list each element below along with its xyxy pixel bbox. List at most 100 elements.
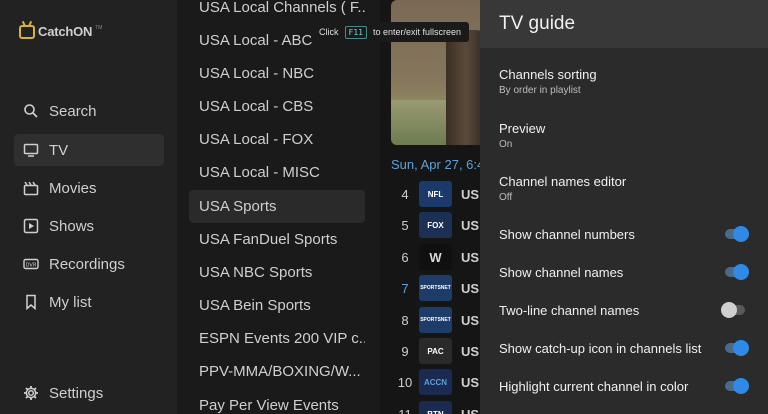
nav-item-shows[interactable]: Shows (14, 210, 164, 242)
logo-text: CatchON (38, 24, 93, 39)
setting-preview[interactable]: Preview On (499, 121, 759, 150)
channel-logo: BTN (419, 401, 452, 414)
channel-name: US (461, 217, 480, 233)
channel-name: US (461, 406, 480, 414)
setting-value: Off (499, 192, 513, 203)
channel-logo: SPORTSNET (419, 307, 452, 333)
group-item[interactable]: USA Local - CBS (189, 90, 365, 123)
toggle-switch-off[interactable] (721, 302, 749, 318)
setting-value: By order in playlist (499, 85, 581, 96)
toggle-switch-on[interactable] (721, 264, 749, 280)
channel-logo: ACCN (419, 369, 452, 395)
nav-item-tv[interactable]: TV (14, 134, 164, 166)
group-item[interactable]: USA FanDuel Sports (189, 223, 365, 256)
nav-label: Search (49, 102, 97, 120)
nav-label: TV (49, 141, 69, 159)
channel-number: 4 (401, 186, 409, 202)
group-item[interactable]: ESPN Events 200 VIP c... (189, 322, 365, 355)
channel-number: 11 (398, 406, 412, 414)
channel-logo: PAC (419, 338, 452, 364)
channel-logo: SPORTSNET (419, 275, 452, 301)
setting-title: Channels sorting (499, 67, 597, 82)
epg-date-time: Sun, Apr 27, 6:4 (391, 157, 485, 172)
channel-number: 7 (401, 280, 409, 296)
setting-title: Show channel names (499, 264, 624, 280)
fullscreen-hint: Click F11 to enter/exit fullscreen (311, 22, 469, 42)
hint-prefix: Click (319, 27, 339, 37)
nav-item-search[interactable]: Search (14, 95, 164, 127)
nav-label: My list (49, 293, 92, 311)
svg-text:DVR: DVR (26, 263, 37, 269)
channel-logo: NFL (419, 181, 452, 207)
setting-show-catch-up-icon[interactable]: Show catch-up icon in channels list (499, 336, 749, 360)
setting-title: Show catch-up icon in channels list (499, 340, 702, 356)
group-item[interactable]: USA NBC Sports (189, 256, 365, 289)
catchon-logo: CatchON TM (19, 24, 102, 39)
group-item[interactable]: USA Local - FOX (189, 123, 365, 156)
setting-channel-names-editor[interactable]: Channel names editor Off (499, 174, 759, 203)
group-item[interactable]: Pay Per View Events (189, 389, 365, 414)
channel-row-current[interactable]: 7 SPORTSNET US (391, 272, 491, 304)
nav-label: Movies (49, 179, 97, 197)
channel-row[interactable]: 6 W US (391, 241, 491, 273)
setting-show-channel-names[interactable]: Show channel names (499, 260, 749, 284)
tv-logo-icon (19, 24, 35, 39)
nav-item-settings[interactable]: Settings (14, 377, 164, 409)
search-icon (23, 103, 39, 119)
channel-name: US (461, 249, 480, 265)
channel-number: 8 (401, 312, 409, 328)
group-item[interactable]: USA Local Channels ( F... (189, 0, 365, 24)
channel-group-list: USA Local Channels ( F... USA Local - AB… (177, 0, 380, 414)
setting-two-line-channel-names[interactable]: Two-line channel names (499, 298, 749, 322)
channel-name: US (461, 186, 480, 202)
dvr-icon: DVR (23, 256, 39, 272)
nav-label: Recordings (49, 255, 125, 273)
channel-logo: W (419, 244, 452, 270)
nav-label: Shows (49, 217, 95, 235)
group-item[interactable]: PPV-MMA/BOXING/W... (189, 355, 365, 388)
channel-number: 5 (401, 217, 409, 233)
channel-name: US (461, 343, 480, 359)
toggle-switch-on[interactable] (721, 340, 749, 356)
channel-name: US (461, 374, 480, 390)
play-square-icon (23, 218, 39, 234)
channel-number: 9 (401, 343, 409, 359)
channel-number: 10 (397, 374, 413, 390)
setting-title: Two-line channel names (499, 302, 640, 318)
side-navigation: CatchON TM Search TV Movies Shows DVR Re… (0, 0, 177, 414)
setting-title: Show channel numbers (499, 226, 635, 242)
channel-row[interactable]: 9 PAC US (391, 335, 491, 367)
setting-show-channel-numbers[interactable]: Show channel numbers (499, 222, 749, 246)
setting-highlight-current-channel[interactable]: Highlight current channel in color (499, 374, 749, 398)
channel-row[interactable]: 8 SPORTSNET US (391, 304, 491, 336)
group-item[interactable]: USA Local - MISC (189, 156, 365, 189)
tv-icon (23, 142, 39, 158)
channel-name: US (461, 280, 480, 296)
movie-clapper-icon (23, 180, 39, 196)
channel-row[interactable]: 4 NFL US (391, 178, 491, 210)
setting-title: Channel names editor (499, 174, 627, 189)
channel-logo: FOX (419, 212, 452, 238)
tv-guide-settings-panel: TV guide Channels sorting By order in pl… (480, 0, 768, 414)
logo-trademark: TM (95, 25, 103, 31)
channel-name: US (461, 312, 480, 328)
group-item-selected[interactable]: USA Sports (189, 190, 365, 223)
setting-channels-sorting[interactable]: Channels sorting By order in playlist (499, 67, 759, 96)
channel-number: 6 (401, 249, 409, 265)
nav-item-my-list[interactable]: My list (14, 286, 164, 318)
toggle-switch-on[interactable] (721, 226, 749, 242)
group-item[interactable]: USA Local - NBC (189, 57, 365, 90)
panel-title: TV guide (499, 13, 576, 34)
toggle-switch-on[interactable] (721, 378, 749, 394)
nav-item-recordings[interactable]: DVR Recordings (14, 248, 164, 280)
setting-title: Preview (499, 121, 546, 136)
channel-row[interactable]: 11 BTN US (391, 398, 491, 414)
channel-row[interactable]: 10 ACCN US (391, 366, 491, 398)
gear-icon (23, 385, 39, 401)
f11-key: F11 (344, 25, 367, 39)
panel-header: TV guide (480, 0, 768, 48)
nav-item-movies[interactable]: Movies (14, 172, 164, 204)
nav-label: Settings (49, 384, 104, 402)
group-item[interactable]: USA Bein Sports (189, 289, 365, 322)
channel-row[interactable]: 5 FOX US (391, 209, 491, 241)
